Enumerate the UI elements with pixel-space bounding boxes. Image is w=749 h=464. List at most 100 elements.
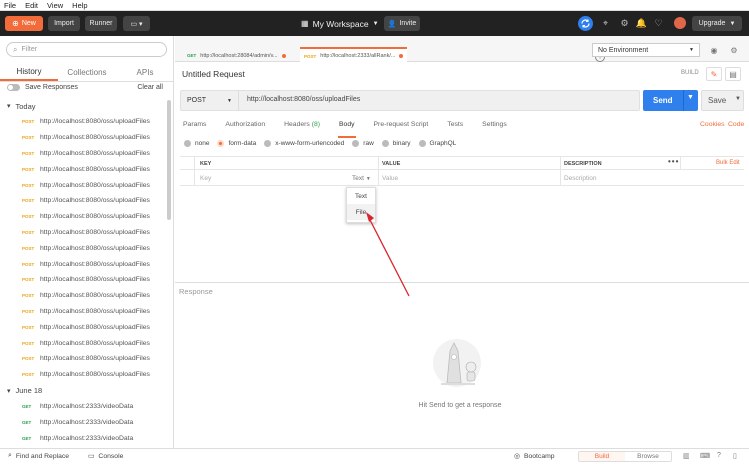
invite-button[interactable]: 👤 Invite: [384, 16, 420, 31]
chevron-down-icon[interactable]: ▼: [687, 94, 694, 101]
history-item[interactable]: GET http://localhost:2333/videoData: [0, 414, 167, 430]
code-link[interactable]: Code: [728, 121, 744, 128]
radio-binary[interactable]: binary: [381, 140, 411, 147]
history-item[interactable]: POST http://localhost:8080/oss/uploadFile…: [0, 130, 167, 146]
tab-headers[interactable]: Headers (8): [284, 121, 320, 133]
history-item[interactable]: POST http://localhost:8080/oss/uploadFile…: [0, 288, 167, 304]
bootcamp-button[interactable]: ◎ Bootcamp: [514, 452, 555, 461]
history-item[interactable]: POST http://localhost:8080/oss/uploadFile…: [0, 256, 167, 272]
radio-urlencoded[interactable]: x-www-form-urlencoded: [264, 140, 344, 147]
menu-file[interactable]: File: [4, 1, 16, 10]
type-label: Text: [352, 175, 364, 182]
split-view-icon[interactable]: ▯: [733, 452, 737, 460]
keyboard-icon[interactable]: ⌨: [700, 452, 710, 460]
radio-selected-icon[interactable]: [217, 140, 225, 147]
history-item[interactable]: POST http://localhost:8080/oss/uploadFile…: [0, 161, 167, 177]
tab-collections[interactable]: Collections: [58, 63, 116, 81]
more-icon[interactable]: •••: [668, 157, 679, 166]
toggle-switch[interactable]: [7, 84, 20, 91]
radio-graphql[interactable]: GraphQL: [418, 140, 456, 147]
cookies-link[interactable]: Cookies: [700, 121, 725, 128]
history-item[interactable]: POST http://localhost:8080/oss/uploadFile…: [0, 177, 167, 193]
import-button[interactable]: Import: [48, 16, 80, 31]
console-button[interactable]: ▭ Console: [88, 452, 123, 461]
tab-pre-request-script[interactable]: Pre-request Script: [374, 121, 429, 133]
menu-help[interactable]: Help: [72, 1, 87, 10]
environment-select[interactable]: No Environment ▼: [592, 43, 700, 57]
satellite-icon[interactable]: ⌖: [600, 18, 611, 29]
history-item[interactable]: GET http://localhost:2333/videoData: [0, 430, 167, 446]
tab-authorization[interactable]: Authorization: [225, 121, 265, 133]
tab-body[interactable]: Body: [338, 121, 355, 138]
radio-icon[interactable]: [381, 140, 389, 147]
bulk-edit-link[interactable]: Bulk Edit: [716, 160, 740, 166]
history-item[interactable]: GET http://localhost:2333/videoData: [0, 399, 167, 415]
history-item[interactable]: POST http://localhost:8080/oss/uploadFile…: [0, 146, 167, 162]
sync-icon[interactable]: [578, 16, 593, 31]
send-button[interactable]: Send ▼: [643, 90, 698, 111]
scrollbar[interactable]: [167, 100, 171, 220]
history-item[interactable]: POST http://localhost:8080/oss/uploadFile…: [0, 225, 167, 241]
settings-icon[interactable]: ⚙: [727, 43, 741, 57]
layout-icon[interactable]: ▥: [683, 452, 690, 460]
clear-all-link[interactable]: Clear all: [137, 84, 163, 91]
help-icon[interactable]: ?: [717, 452, 721, 459]
gear-icon[interactable]: ⚙: [619, 18, 630, 29]
runner-button[interactable]: Runner: [85, 16, 117, 31]
history-group-header[interactable]: ▾ Today: [0, 98, 167, 114]
history-item[interactable]: POST http://localhost:8080/oss/uploadFile…: [0, 193, 167, 209]
filter-input[interactable]: ⌕ Filter: [6, 42, 167, 57]
history-item[interactable]: POST http://localhost:8080/oss/uploadFile…: [0, 351, 167, 367]
menu-view[interactable]: View: [47, 1, 63, 10]
browse-mode-button[interactable]: Browse: [625, 452, 671, 461]
method-select[interactable]: POST ▼: [181, 91, 239, 110]
find-and-replace-button[interactable]: ⌕ Find and Replace: [8, 452, 69, 460]
new-window-button[interactable]: ▭ ▾: [123, 16, 150, 31]
menu-edit[interactable]: Edit: [25, 1, 38, 10]
save-responses-toggle[interactable]: Save Responses: [7, 84, 78, 91]
radio-icon[interactable]: [264, 140, 272, 147]
request-tab-active[interactable]: POST http://localhost:2333/allRank/...: [300, 47, 408, 63]
url-input[interactable]: http://localhost:8080/oss/uploadFiles: [247, 96, 360, 103]
workspace-selector[interactable]: ▦ My Workspace ▼: [301, 16, 379, 31]
documentation-icon[interactable]: ▤: [725, 67, 741, 81]
request-title[interactable]: Untitled Request: [182, 69, 245, 79]
avatar[interactable]: [674, 17, 686, 29]
radio-icon[interactable]: [418, 140, 426, 147]
request-tab[interactable]: GET http://localhost:28084/admin/v...: [187, 49, 286, 62]
key-input[interactable]: Key: [200, 175, 211, 182]
tab-tests[interactable]: Tests: [447, 121, 463, 133]
radio-icon[interactable]: [184, 140, 191, 147]
eye-icon[interactable]: ◉: [707, 43, 721, 57]
history-item[interactable]: POST http://localhost:8080/oss/uploadFile…: [0, 209, 167, 225]
history-item[interactable]: POST http://localhost:8080/oss/uploadFile…: [0, 304, 167, 320]
description-input[interactable]: Description: [564, 175, 597, 182]
upgrade-button[interactable]: Upgrade ▼: [692, 16, 742, 31]
bell-icon[interactable]: 🔔: [636, 18, 647, 29]
radio-form-data[interactable]: form-data: [217, 140, 256, 147]
value-input[interactable]: Value: [382, 175, 398, 182]
tab-settings[interactable]: Settings: [482, 121, 507, 133]
edit-icon[interactable]: ✎: [706, 67, 722, 81]
dropdown-option-text[interactable]: Text: [347, 188, 375, 204]
radio-raw[interactable]: raw: [352, 140, 374, 147]
history-item[interactable]: POST http://localhost:8080/oss/uploadFile…: [0, 367, 167, 383]
history-group-header[interactable]: ▾ June 18: [0, 383, 167, 399]
heart-icon[interactable]: ♡: [653, 18, 664, 29]
tab-params[interactable]: Params: [183, 121, 206, 133]
build-mode-button[interactable]: Build: [579, 452, 625, 461]
dropdown-option-file[interactable]: File: [347, 204, 375, 220]
radio-none[interactable]: none: [184, 140, 209, 147]
history-item[interactable]: POST http://localhost:8080/oss/uploadFile…: [0, 319, 167, 335]
chevron-down-icon[interactable]: ▼: [735, 96, 741, 102]
new-button[interactable]: ⊕ New: [5, 16, 43, 31]
save-button[interactable]: Save ▼: [701, 90, 744, 111]
history-item[interactable]: POST http://localhost:8080/oss/uploadFile…: [0, 114, 167, 130]
type-select[interactable]: Text ▼: [352, 175, 371, 182]
history-item[interactable]: POST http://localhost:8080/oss/uploadFile…: [0, 272, 167, 288]
history-item[interactable]: POST http://localhost:8080/oss/uploadFile…: [0, 335, 167, 351]
history-item[interactable]: POST http://localhost:8080/oss/uploadFile…: [0, 240, 167, 256]
radio-icon[interactable]: [352, 140, 360, 147]
tab-apis[interactable]: APIs: [116, 63, 173, 81]
tab-history[interactable]: History: [0, 63, 58, 81]
